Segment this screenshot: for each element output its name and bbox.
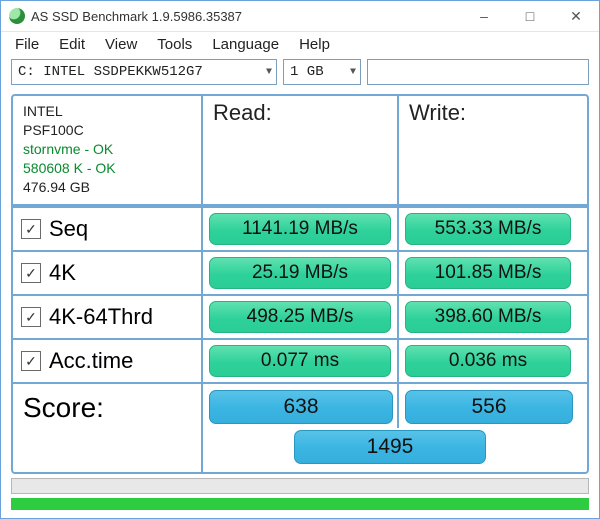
k4t-write-value: 398.60 MB/s (405, 301, 571, 333)
row-4k: ✓ 4K 25.19 MB/s 101.85 MB/s (13, 250, 587, 294)
checkbox-seq[interactable]: ✓ (21, 219, 41, 239)
k4-read-value: 25.19 MB/s (209, 257, 391, 289)
app-window: AS SSD Benchmark 1.9.5986.35387 – □ ✕ Fi… (0, 0, 600, 519)
seq-read-value: 1141.19 MB/s (209, 213, 391, 245)
drive-firmware: PSF100C (23, 121, 193, 140)
row-seq: ✓ Seq 1141.19 MB/s 553.33 MB/s (13, 206, 587, 250)
checkbox-4k[interactable]: ✓ (21, 263, 41, 283)
write-header: Write: (397, 96, 577, 204)
progress-bar (11, 478, 589, 494)
acc-read-value: 0.077 ms (209, 345, 391, 377)
close-button[interactable]: ✕ (553, 1, 599, 31)
k4-write-value: 101.85 MB/s (405, 257, 571, 289)
drive-alignment-status: 580608 K - OK (23, 159, 193, 178)
score-row: Score: 638 556 1495 (13, 382, 587, 472)
label-4k: 4K (49, 260, 76, 286)
score-label: Score: (13, 384, 201, 472)
chevron-down-icon: ▼ (266, 67, 272, 78)
drive-name: INTEL (23, 102, 193, 121)
drive-info: INTEL PSF100C stornvme - OK 580608 K - O… (13, 96, 201, 204)
score-read: 638 (209, 390, 393, 424)
drive-driver-status: stornvme - OK (23, 140, 193, 159)
header-row: INTEL PSF100C stornvme - OK 580608 K - O… (13, 96, 587, 206)
acc-write-value: 0.036 ms (405, 345, 571, 377)
app-icon (9, 8, 25, 24)
filter-input[interactable] (367, 59, 589, 85)
menu-file[interactable]: File (15, 36, 39, 53)
size-select[interactable]: 1 GB ▼ (283, 59, 361, 85)
menu-language[interactable]: Language (212, 36, 279, 53)
k4t-read-value: 498.25 MB/s (209, 301, 391, 333)
drive-select-value: C: INTEL SSDPEKKW512G7 (18, 64, 203, 80)
score-write: 556 (405, 390, 573, 424)
drive-select[interactable]: C: INTEL SSDPEKKW512G7 ▼ (11, 59, 277, 85)
status-bar (11, 498, 589, 510)
read-header: Read: (201, 96, 397, 204)
checkbox-4k64[interactable]: ✓ (21, 307, 41, 327)
results-panel: INTEL PSF100C stornvme - OK 580608 K - O… (11, 94, 589, 474)
maximize-button[interactable]: □ (507, 1, 553, 31)
label-4k64: 4K-64Thrd (49, 304, 153, 330)
score-total: 1495 (294, 430, 486, 464)
menu-view[interactable]: View (105, 36, 137, 53)
chevron-down-icon: ▼ (350, 67, 356, 78)
checkbox-acctime[interactable]: ✓ (21, 351, 41, 371)
row-acctime: ✓ Acc.time 0.077 ms 0.036 ms (13, 338, 587, 382)
menubar: File Edit View Tools Language Help (1, 32, 599, 59)
minimize-button[interactable]: – (461, 1, 507, 31)
drive-capacity: 476.94 GB (23, 178, 193, 197)
size-select-value: 1 GB (290, 64, 324, 80)
seq-write-value: 553.33 MB/s (405, 213, 571, 245)
window-title: AS SSD Benchmark 1.9.5986.35387 (31, 9, 242, 24)
menu-tools[interactable]: Tools (157, 36, 192, 53)
menu-edit[interactable]: Edit (59, 36, 85, 53)
menu-help[interactable]: Help (299, 36, 330, 53)
label-acctime: Acc.time (49, 348, 133, 374)
selector-row: C: INTEL SSDPEKKW512G7 ▼ 1 GB ▼ (1, 59, 599, 91)
row-4k64: ✓ 4K-64Thrd 498.25 MB/s 398.60 MB/s (13, 294, 587, 338)
label-seq: Seq (49, 216, 88, 242)
titlebar: AS SSD Benchmark 1.9.5986.35387 – □ ✕ (1, 1, 599, 32)
